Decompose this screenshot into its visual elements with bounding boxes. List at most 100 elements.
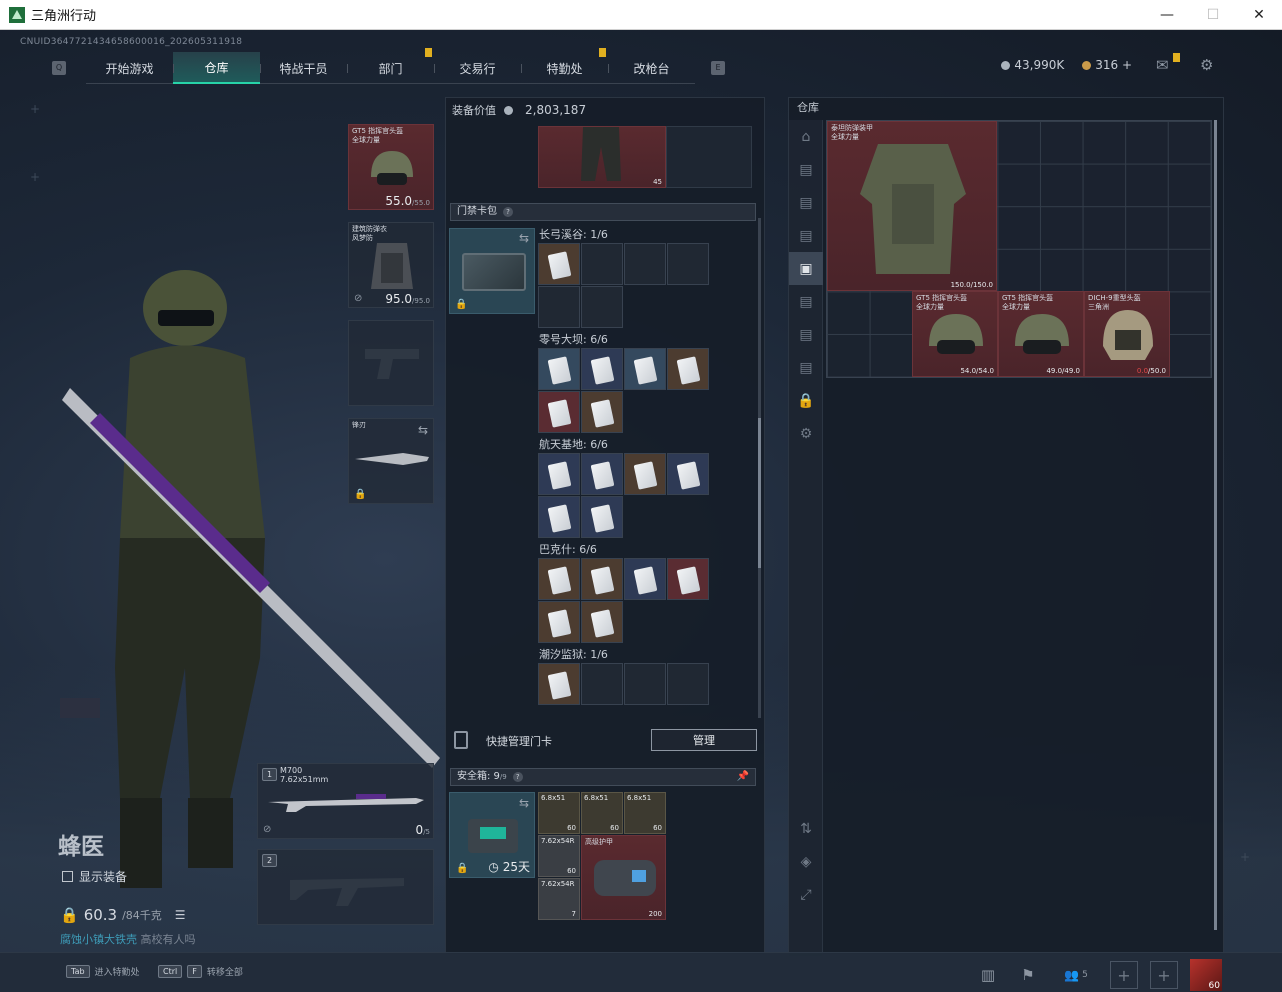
tab-start-game[interactable]: 开始游戏 — [86, 52, 173, 84]
warehouse-tab-4-icon[interactable]: ▤ — [789, 219, 823, 252]
keycard-empty-cell[interactable] — [581, 663, 623, 705]
gold-currency[interactable]: 316 + — [1082, 58, 1132, 72]
help-icon[interactable]: ? — [503, 207, 513, 217]
list-icon[interactable]: ☰ — [175, 908, 186, 922]
keycard-empty-cell[interactable] — [624, 663, 666, 705]
sort-icon[interactable]: ⇅ — [789, 812, 823, 845]
no-insure-icon: ⊘ — [354, 293, 363, 304]
hint-transfer-all[interactable]: Ctrl F 转移全部 — [158, 965, 243, 978]
keycard-item[interactable] — [538, 496, 580, 538]
close-button[interactable]: ✕ — [1236, 0, 1282, 30]
swap-icon[interactable]: ⇆ — [418, 423, 428, 437]
keycard-item[interactable] — [624, 453, 666, 495]
keycard-item[interactable] — [538, 558, 580, 600]
keycard-item[interactable] — [538, 453, 580, 495]
ammo-item[interactable]: 7.62x54R 7 — [538, 878, 580, 920]
warehouse-item-heavy-helmet[interactable]: DICH-9重型头盔 三角洲 0.0/50.0 — [1084, 291, 1170, 377]
keycard-item[interactable] — [667, 348, 709, 390]
warehouse-tab-2-icon[interactable]: ▤ — [789, 153, 823, 186]
tab-trading[interactable]: 交易行 — [434, 52, 521, 84]
ammo-item[interactable]: 6.8x51 60 — [624, 792, 666, 834]
secondary-weapon-slot[interactable]: 2 — [257, 849, 434, 925]
ammo-item[interactable]: 7.62x54R 60 — [538, 835, 580, 877]
keycard-item[interactable] — [581, 453, 623, 495]
empty-slot[interactable] — [666, 126, 752, 188]
keycard-item[interactable] — [538, 601, 580, 643]
show-gear-toggle[interactable]: 显示装备 — [62, 868, 127, 885]
keycard-item[interactable] — [667, 558, 709, 600]
tab-warehouse[interactable]: 仓库 — [173, 52, 260, 84]
keycard-empty-cell[interactable] — [667, 243, 709, 285]
keycard-item[interactable] — [538, 243, 580, 285]
keycard-item[interactable] — [581, 348, 623, 390]
keycard-empty-cell[interactable] — [667, 663, 709, 705]
manage-button[interactable]: 管理 — [651, 729, 757, 751]
warehouse-item-helmet[interactable]: GT5 指挥官头盔 全球力量 54.0/54.0 — [912, 291, 998, 377]
primary-weapon-slot[interactable]: 1 M700 7.62x51mm ⊘ 0/5 — [257, 763, 434, 839]
gear-icon[interactable]: ⚙ — [789, 417, 823, 450]
nav-next-key[interactable]: E — [711, 61, 725, 75]
warehouse-tab-6-icon[interactable]: ▤ — [789, 285, 823, 318]
ammo-item[interactable]: 6.8x51 60 — [538, 792, 580, 834]
mail-icon[interactable]: ✉ — [1156, 53, 1180, 74]
keycard-item[interactable] — [581, 391, 623, 433]
expand-icon[interactable]: ⤢ — [789, 878, 823, 911]
avatar[interactable]: 60 — [1190, 959, 1222, 991]
maximize-button[interactable]: ☐ — [1190, 0, 1236, 30]
tab-gunsmith[interactable]: 改枪台 — [608, 52, 695, 84]
minimize-button[interactable]: — — [1144, 0, 1190, 30]
help-icon[interactable]: ? — [512, 772, 523, 782]
tab-operators[interactable]: 特战干员 — [260, 52, 347, 84]
warehouse-tab-8-icon[interactable]: ▤ — [789, 351, 823, 384]
primary-weapon-info: M700 7.62x51mm — [280, 766, 328, 784]
warehouse-tab-7-icon[interactable]: ▤ — [789, 318, 823, 351]
pistol-slot[interactable] — [348, 320, 434, 406]
warehouse-scrollbar[interactable] — [1214, 120, 1217, 930]
warehouse-item-helmet[interactable]: GT5 指挥官头盔 全球力量 49.0/49.0 — [998, 291, 1084, 377]
keycard-item[interactable] — [581, 601, 623, 643]
pants-slot[interactable]: 45 — [538, 126, 666, 188]
keycard-item[interactable] — [624, 348, 666, 390]
melee-slot[interactable]: 锋刃 ⇆ 🔒 — [348, 418, 434, 504]
hint-enter-special-ops[interactable]: Tab 进入特勤处 — [66, 965, 140, 978]
friends-button[interactable]: 👥 5 — [1054, 961, 1098, 989]
swap-icon[interactable]: ⇆ — [519, 231, 529, 245]
swap-icon[interactable]: ⇆ — [519, 796, 529, 810]
keycard-empty-cell[interactable] — [538, 286, 580, 328]
show-gear-checkbox[interactable] — [62, 871, 73, 882]
armor-plate-item[interactable]: 高级护甲 200 — [581, 835, 666, 920]
warehouse-tab-all-icon[interactable]: ⌂ — [789, 120, 823, 153]
keycard-item[interactable] — [581, 558, 623, 600]
lock-icon[interactable]: 🔒 — [789, 384, 823, 417]
pin-icon[interactable]: 📌 — [737, 769, 749, 785]
stats-icon[interactable]: ▥ — [974, 961, 1002, 989]
keycard-item[interactable] — [581, 496, 623, 538]
keycard-scrollbar[interactable] — [758, 218, 761, 718]
scroll-thumb[interactable] — [758, 418, 761, 568]
invite-slot-button[interactable]: + — [1110, 961, 1138, 989]
flag-icon[interactable]: ⚑ — [1014, 961, 1042, 989]
tab-department[interactable]: 部门 — [347, 48, 434, 84]
safe-box[interactable]: ⇆ 🔒 ◷ 25天 — [449, 792, 535, 878]
armor-slot[interactable]: 建筑防弹衣 风梦防 ⊘ 95.0/95.0 — [348, 222, 434, 308]
tab-special-ops[interactable]: 特勤处 — [521, 48, 608, 84]
helmet-slot[interactable]: GT5 指挥官头盔 全球力量 55.0/55.0 — [348, 124, 434, 210]
keycard-item[interactable] — [624, 558, 666, 600]
keycard-case[interactable]: ⇆ 🔒 — [449, 228, 535, 314]
warehouse-item-armor[interactable]: 泰坦防弹装甲 全球力量 150.0/150.0 — [827, 121, 997, 291]
layers-icon[interactable]: ◈ — [789, 845, 823, 878]
invite-slot-button[interactable]: + — [1150, 961, 1178, 989]
warehouse-tab-5-icon[interactable]: ▣ — [789, 252, 823, 285]
keycard-empty-cell[interactable] — [581, 243, 623, 285]
keycard-item[interactable] — [667, 453, 709, 495]
nav-prev-key[interactable]: Q — [52, 61, 66, 75]
keycard-empty-cell[interactable] — [624, 243, 666, 285]
decor-plus-icon: + — [30, 102, 41, 116]
keycard-item[interactable] — [538, 348, 580, 390]
ammo-item[interactable]: 6.8x51 60 — [581, 792, 623, 834]
keycard-empty-cell[interactable] — [581, 286, 623, 328]
keycard-item[interactable] — [538, 391, 580, 433]
keycard-item[interactable] — [538, 663, 580, 705]
warehouse-tab-3-icon[interactable]: ▤ — [789, 186, 823, 219]
gear-icon[interactable]: ⚙ — [1200, 56, 1218, 74]
